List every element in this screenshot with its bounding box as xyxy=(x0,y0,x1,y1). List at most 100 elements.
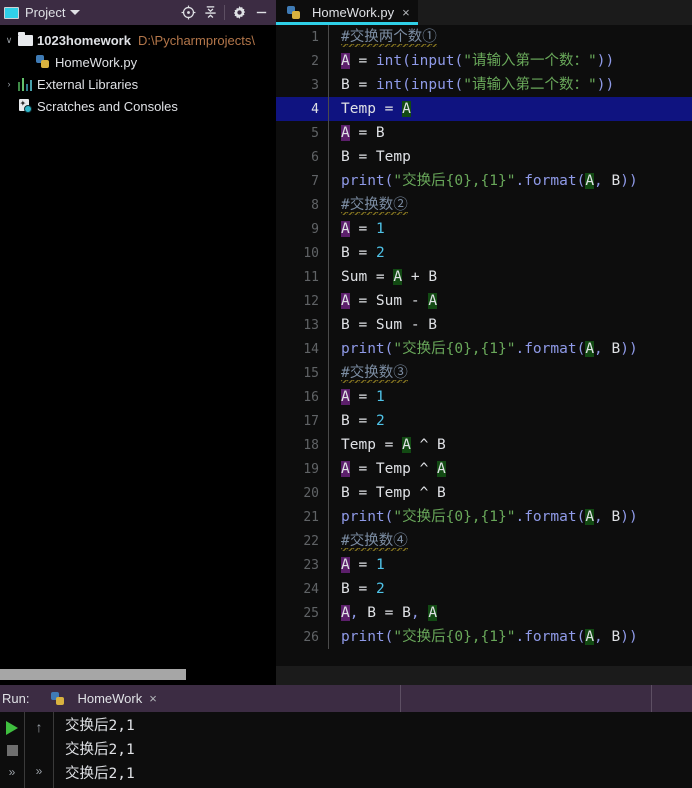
code-line[interactable]: 26 print("交换后{0},{1}".format(A, B)) xyxy=(276,625,692,649)
locate-target-icon[interactable] xyxy=(177,2,199,24)
code-text: #交换数④ xyxy=(329,529,408,553)
expand-output-button[interactable]: » xyxy=(0,761,24,783)
library-bars-icon xyxy=(16,77,34,91)
code-line[interactable]: 9 A = 1 xyxy=(276,217,692,241)
code-text: A, B = B, A xyxy=(329,601,438,625)
code-token: A xyxy=(402,437,411,453)
sidebar-item-scratches-consoles[interactable]: ✦ Scratches and Consoles xyxy=(0,95,276,117)
code-token: = Sum - xyxy=(349,293,429,309)
run-button[interactable] xyxy=(0,717,24,739)
close-icon[interactable]: × xyxy=(402,6,410,19)
code-text: #交换两个数① xyxy=(329,25,437,49)
sidebar-item-homework-py[interactable]: HomeWork.py xyxy=(0,51,276,73)
toolbar-separator xyxy=(224,5,225,20)
stop-button[interactable] xyxy=(0,739,24,761)
soft-wrap-button[interactable]: » xyxy=(25,760,53,782)
run-panel-header: Run: HomeWork × xyxy=(0,685,692,712)
minimize-icon[interactable] xyxy=(250,2,272,24)
code-line[interactable]: 10 B = 2 xyxy=(276,241,692,265)
code-token: A xyxy=(428,293,438,309)
code-token: input xyxy=(410,53,455,69)
code-text: print("交换后{0},{1}".format(A, B)) xyxy=(329,625,638,649)
code-line[interactable]: 3B = int(input("请输入第二个数：")) xyxy=(276,73,692,97)
collapse-all-icon[interactable] xyxy=(199,2,221,24)
code-text: print("交换后{0},{1}".format(A, B)) xyxy=(329,505,638,529)
line-number: 1 xyxy=(311,29,319,45)
code-line[interactable]: 15 #交换数③ xyxy=(276,361,692,385)
code-token: A xyxy=(341,605,350,621)
code-line[interactable]: 17 B = 2 xyxy=(276,409,692,433)
code-token: B = Sum - B xyxy=(341,317,438,333)
folder-icon xyxy=(16,31,34,46)
code-token: = xyxy=(349,245,376,261)
sidebar-item-external-libraries[interactable]: › External Libraries xyxy=(0,73,276,95)
code-line[interactable]: 12 A = Sum - A xyxy=(276,289,692,313)
code-token: .format xyxy=(515,173,577,189)
code-text: Sum = A + B xyxy=(329,265,437,289)
code-line[interactable]: 22 #交换数④ xyxy=(276,529,692,553)
code-editor[interactable]: 1 #交换两个数① 2 A = int(input("请输入第一个数：")) 3 B = … xyxy=(276,25,692,666)
code-text: #交换数② xyxy=(329,193,408,217)
code-line[interactable]: 13 B = Sum - B xyxy=(276,313,692,337)
sidebar-item-project-root[interactable]: ∨ 1023homework D:\Pycharmprojects\ xyxy=(0,29,276,51)
code-line[interactable]: 6 B = Temp xyxy=(276,145,692,169)
code-token: #交换数② xyxy=(341,197,408,215)
expand-arrow-icon[interactable]: › xyxy=(2,79,16,89)
code-token: print xyxy=(341,509,385,525)
code-text: print("交换后{0},{1}".format(A, B)) xyxy=(329,169,638,193)
code-line[interactable]: 8 #交换数② xyxy=(276,193,692,217)
run-secondary-gutter: ↑ » xyxy=(24,712,54,788)
code-line[interactable]: 19 A = Temp ^ A xyxy=(276,457,692,481)
code-token: = xyxy=(349,581,376,597)
code-token: = xyxy=(375,101,403,117)
project-path-label: D:\Pycharmprojects\ xyxy=(137,32,255,48)
code-token: B = B xyxy=(358,605,411,621)
gear-icon[interactable] xyxy=(228,2,250,24)
code-line[interactable]: 18 Temp = A ^ B xyxy=(276,433,692,457)
line-number: 23 xyxy=(303,557,319,573)
code-line[interactable]: 23 A = 1 xyxy=(276,553,692,577)
code-text: B = int(input("请输入第二个数：")) xyxy=(329,73,614,97)
run-tab-label: HomeWork xyxy=(77,691,143,706)
code-token: ( xyxy=(576,509,586,525)
code-line[interactable]: 20 B = Temp ^ B xyxy=(276,481,692,505)
horizontal-scrollbar-thumb[interactable] xyxy=(0,669,186,680)
line-number: 16 xyxy=(303,389,319,405)
line-number: 19 xyxy=(303,461,319,477)
code-token: input xyxy=(410,77,455,93)
code-text: Temp = A xyxy=(329,97,411,121)
python-file-icon xyxy=(49,691,67,706)
code-line[interactable]: 14 print("交换后{0},{1}".format(A, B)) xyxy=(276,337,692,361)
code-line[interactable]: 2A = int(input("请输入第一个数：")) xyxy=(276,49,692,73)
pycharm-ide-window: Project ∨ 1023homework D:\Pycharmproject… xyxy=(0,0,692,788)
chevron-down-icon[interactable] xyxy=(70,10,81,15)
code-line[interactable]: 7 print("交换后{0},{1}".format(A, B)) xyxy=(276,169,692,193)
code-token: A xyxy=(585,509,595,525)
code-line[interactable]: 4 Temp = A xyxy=(276,97,692,121)
code-line[interactable]: 1 #交换两个数① xyxy=(276,25,692,49)
code-token: = xyxy=(349,221,376,237)
expand-arrow-icon[interactable]: ∨ xyxy=(2,35,16,46)
editor-tab-bar: HomeWork.py × xyxy=(276,0,692,25)
code-text: A = 1 xyxy=(329,217,385,241)
code-token: = B xyxy=(349,125,385,141)
line-number: 12 xyxy=(303,293,319,309)
code-line[interactable]: 5 A = B xyxy=(276,121,692,145)
close-icon[interactable]: × xyxy=(149,692,157,705)
run-tab-homework[interactable]: HomeWork × xyxy=(39,685,164,712)
line-number: 21 xyxy=(303,509,319,525)
code-token: "交换后{0},{1}" xyxy=(393,173,516,189)
code-text: A = Sum - A xyxy=(329,289,438,313)
code-token: B xyxy=(341,245,350,261)
project-panel-header: Project xyxy=(0,0,276,25)
tab-label: HomeWork.py xyxy=(312,5,395,20)
run-output-console[interactable]: 交换后2,1 交换后2,1 交换后2,1 xyxy=(54,712,692,788)
code-line[interactable]: 25 A, B = B, A xyxy=(276,601,692,625)
code-line[interactable]: 21 print("交换后{0},{1}".format(A, B)) xyxy=(276,505,692,529)
code-line[interactable]: 11 Sum = A + B xyxy=(276,265,692,289)
scroll-up-button[interactable]: ↑ xyxy=(25,716,53,738)
code-line[interactable]: 16 A = 1 xyxy=(276,385,692,409)
code-token: B xyxy=(602,629,621,645)
code-line[interactable]: 24 B = 2 xyxy=(276,577,692,601)
line-number: 22 xyxy=(303,533,319,549)
